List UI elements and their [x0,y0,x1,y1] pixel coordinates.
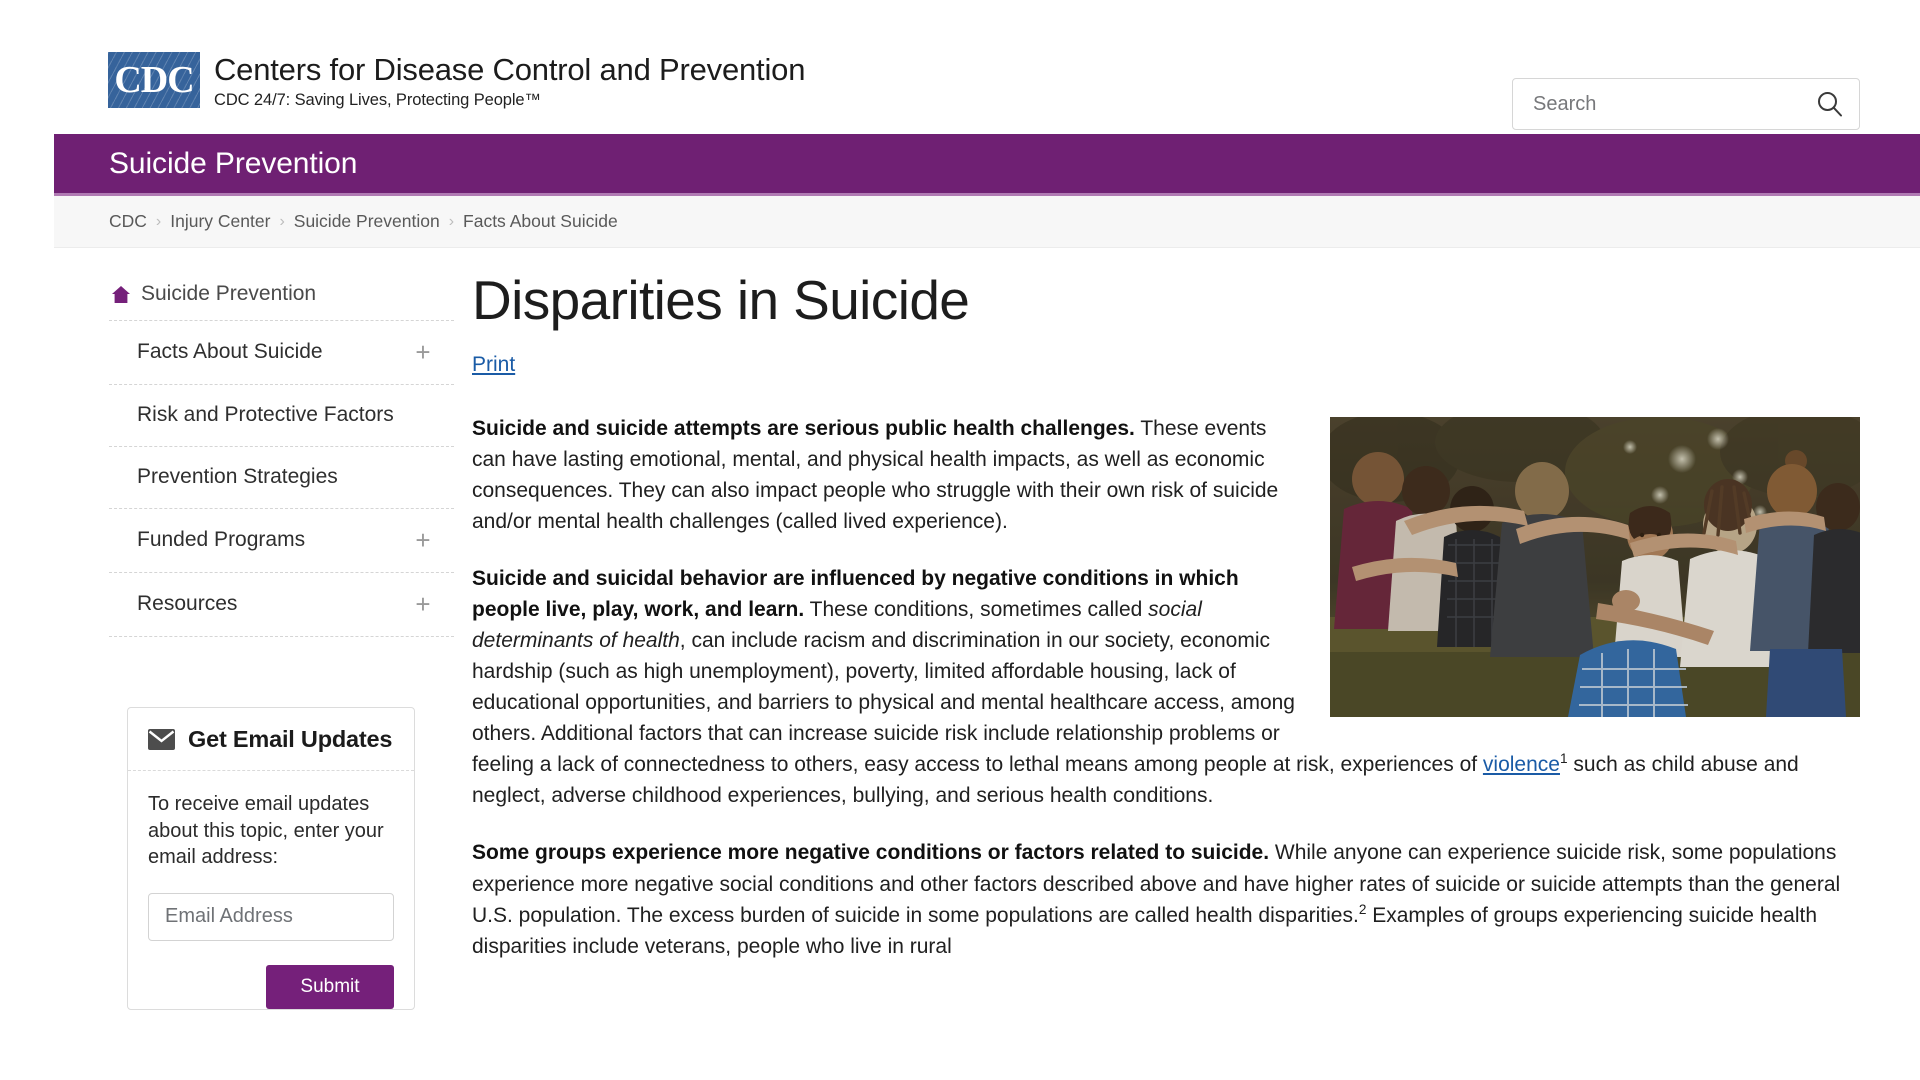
breadcrumb-item-cdc[interactable]: CDC [109,211,147,232]
paragraph-3-lead: Some groups experience more negative con… [472,841,1270,865]
chevron-right-icon: › [155,212,162,230]
cdc-logo-text: CDC [114,59,194,101]
agency-tagline: CDC 24/7: Saving Lives, Protecting Peopl… [214,90,541,109]
chevron-right-icon: › [448,212,455,230]
page-title: Disparities in Suicide [472,269,970,331]
email-updates-description: To receive email updates about this topi… [148,793,384,869]
plus-icon[interactable]: + [414,591,432,617]
brand-lines: Centers for Disease Control and Preventi… [214,52,805,110]
print-link[interactable]: Print [472,353,515,377]
sidebar-item-facts-about-suicide[interactable]: Facts About Suicide + [109,321,454,385]
sidebar-home-label: Suicide Prevention [141,282,317,305]
sidebar-item-label: Risk and Protective Factors [137,403,394,426]
breadcrumb: CDC › Injury Center › Suicide Prevention… [54,196,1920,248]
hero-image [1330,416,1860,717]
search-icon[interactable] [1815,89,1845,119]
plus-icon[interactable]: + [414,527,432,553]
search-box[interactable] [1512,78,1860,130]
breadcrumb-item-facts-about-suicide[interactable]: Facts About Suicide [463,211,618,232]
sidebar-item-label: Resources [137,592,238,615]
sidebar: Suicide Prevention Facts About Suicide +… [54,270,454,1010]
sidebar-item-label: Funded Programs [137,528,306,551]
breadcrumb-item-suicide-prevention[interactable]: Suicide Prevention [294,211,440,232]
search-input[interactable] [1533,92,1815,116]
paragraph-3: Some groups experience more negative con… [472,837,1860,961]
site-header: CDC Centers for Disease Control and Prev… [0,0,1920,134]
cdc-logo-mark: CDC [108,52,200,108]
sidebar-item-funded-programs[interactable]: Funded Programs + [109,509,454,573]
email-updates-card: Get Email Updates To receive email updat… [127,707,415,1010]
page-root: CDC Centers for Disease Control and Prev… [0,0,1920,1080]
reference-marker-1: 1 [1559,751,1568,767]
cdc-logo[interactable]: CDC Centers for Disease Control and Prev… [108,52,805,110]
section-title: Suicide Prevention [109,146,358,180]
email-field[interactable] [148,892,394,941]
chevron-right-icon: › [279,212,285,230]
sidebar-item-resources[interactable]: Resources + [109,573,454,637]
email-updates-title: Get Email Updates [188,726,393,752]
breadcrumb-item-injury-center[interactable]: Injury Center [170,211,270,232]
email-submit-button[interactable]: Submit [266,964,394,1009]
content-area: Suicide Prevention Facts About Suicide +… [54,248,1920,1010]
section-banner: Suicide Prevention [54,134,1920,196]
email-updates-body: To receive email updates about this topi… [128,771,414,1009]
main-content: Disparities in Suicide Print Suicide and… [454,270,1920,1010]
sidebar-item-label: Prevention Strategies [137,465,338,488]
article-body: Suicide and suicide attempts are serious… [472,413,1860,962]
sidebar-item-risk-and-protective-factors[interactable]: Risk and Protective Factors [109,385,454,447]
sidebar-item-home[interactable]: Suicide Prevention [109,270,454,321]
paragraph-2-body-1: These conditions, sometimes called [804,597,1149,621]
sidebar-item-label: Facts About Suicide [137,340,323,363]
email-updates-header: Get Email Updates [128,708,414,771]
sidebar-item-prevention-strategies[interactable]: Prevention Strategies [109,447,454,509]
plus-icon[interactable]: + [414,339,432,365]
envelope-icon [148,729,175,750]
violence-link[interactable]: violence [1483,753,1560,776]
group-huddle-photo [1330,416,1860,717]
agency-name: Centers for Disease Control and Preventi… [214,52,806,87]
home-icon [112,285,130,303]
paragraph-1-lead: Suicide and suicide attempts are serious… [472,416,1135,440]
